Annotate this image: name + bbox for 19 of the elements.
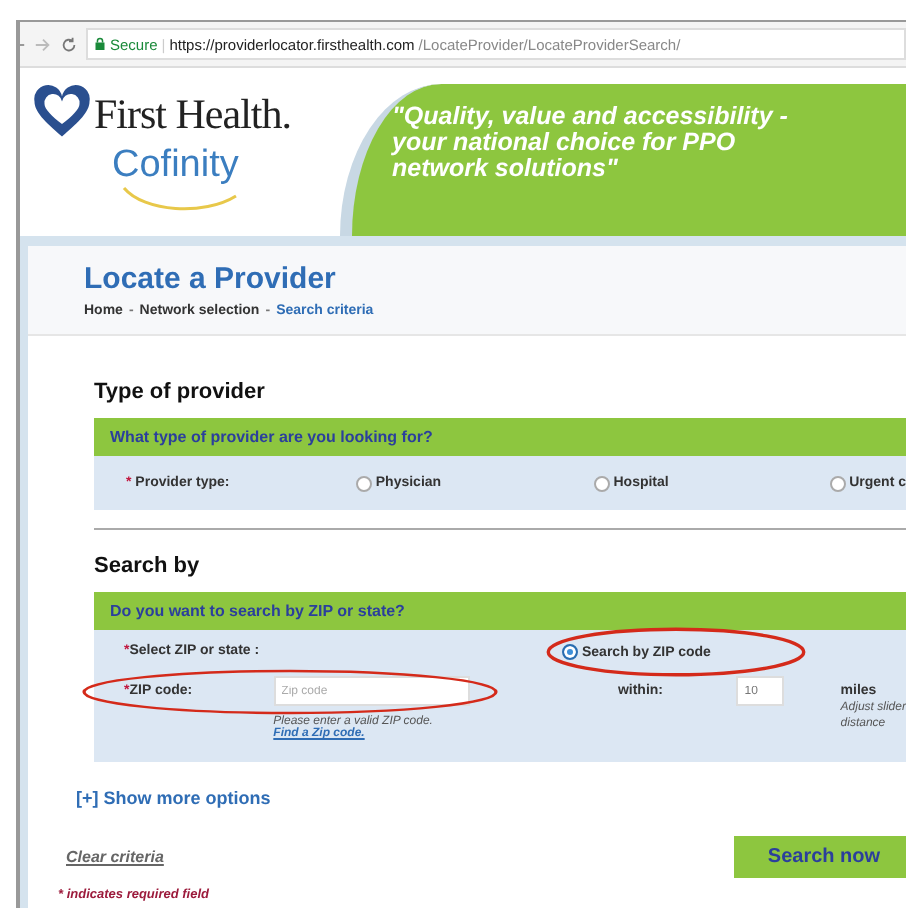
brand-name: First Health. bbox=[94, 89, 291, 139]
radio-icon[interactable] bbox=[355, 475, 372, 491]
section-heading: Type of provider bbox=[94, 380, 267, 404]
radio-icon[interactable] bbox=[562, 644, 578, 660]
lock-icon bbox=[94, 36, 106, 52]
sub-brand-name: Cofinity bbox=[112, 144, 241, 188]
tagline: "Quality, value and accessibility - your national choice for PPO network solutions" bbox=[392, 104, 790, 182]
page-title: Locate a Provider bbox=[84, 262, 338, 296]
show-more-options-link[interactable]: [+] Show more options bbox=[76, 788, 906, 808]
search-now-button[interactable]: Search now bbox=[734, 836, 906, 878]
radio-icon[interactable] bbox=[829, 475, 846, 491]
section-heading: Search by bbox=[94, 554, 202, 578]
forward-icon[interactable] bbox=[34, 35, 52, 53]
clear-criteria-link[interactable]: Clear criteria bbox=[66, 848, 164, 866]
question-text: Do you want to search by ZIP or state? bbox=[110, 602, 405, 620]
reload-icon[interactable] bbox=[60, 35, 78, 53]
radio-icon[interactable] bbox=[593, 475, 610, 491]
swoosh-icon bbox=[120, 184, 240, 212]
question-text: What type of provider are you looking for? bbox=[110, 428, 433, 446]
